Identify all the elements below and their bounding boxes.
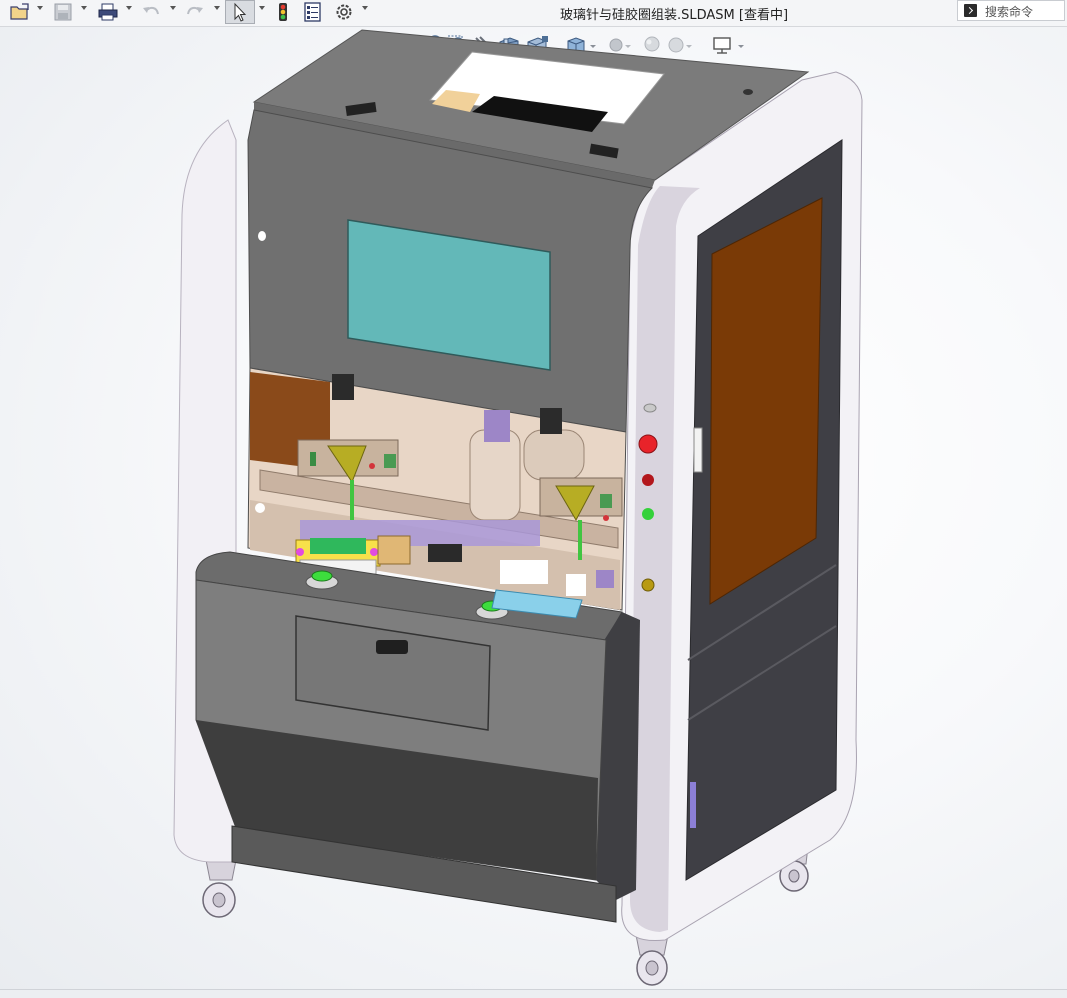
caster-front-right	[635, 934, 669, 986]
lamp-green	[642, 508, 654, 520]
hinge-mid-left	[332, 374, 354, 400]
options-dropdown-icon[interactable]	[362, 6, 368, 10]
cylinder-block-left	[469, 429, 521, 521]
drawer-handle	[376, 640, 408, 654]
open-icon[interactable]	[8, 2, 32, 22]
black-block	[428, 544, 462, 562]
purple-small-part	[596, 570, 614, 588]
white-block-2	[566, 574, 586, 596]
title-bar: 玻璃针与硅胶圈组装.SLDASM [查看中] 搜索命令	[0, 0, 1067, 27]
white-block	[500, 560, 548, 584]
panel-button-small	[258, 231, 266, 241]
door-handle	[693, 427, 703, 473]
window-title: 玻璃针与硅胶圈组装.SLDASM [查看中]	[560, 8, 789, 23]
caster-front-left	[202, 859, 237, 918]
search-command-box[interactable]: 搜索命令	[957, 0, 1065, 21]
print-icon[interactable]	[96, 2, 120, 22]
cylinder-block-right	[523, 429, 585, 481]
tray-holder	[377, 535, 411, 565]
save-dropdown-icon[interactable]	[81, 6, 87, 10]
hinge-mid-right	[540, 408, 562, 434]
side-door-window	[709, 197, 823, 605]
file-properties-icon[interactable]	[302, 2, 324, 22]
emergency-stop-red	[638, 434, 658, 454]
select-dropdown-icon[interactable]	[259, 6, 265, 10]
lamp-yellow	[641, 578, 655, 592]
command-prompt-icon	[964, 4, 977, 17]
undo-dropdown-icon[interactable]	[170, 6, 176, 10]
search-placeholder: 搜索命令	[985, 5, 1034, 19]
redo-dropdown-icon[interactable]	[214, 6, 220, 10]
undo-icon[interactable]	[140, 2, 162, 22]
machine-model[interactable]	[173, 29, 863, 986]
redo-icon[interactable]	[184, 2, 206, 22]
top-screw-hole	[743, 89, 753, 95]
traffic-light-icon[interactable]	[276, 2, 290, 22]
select-icon[interactable]	[225, 0, 255, 24]
graphics-area[interactable]	[0, 26, 1067, 988]
lamp-red	[642, 474, 654, 486]
inner-white-dot	[255, 503, 265, 513]
lamp-indicator-top	[643, 403, 657, 413]
side-label	[690, 782, 696, 828]
open-dropdown-icon[interactable]	[37, 6, 43, 10]
print-dropdown-icon[interactable]	[126, 6, 132, 10]
options-icon[interactable]	[333, 2, 355, 22]
save-icon[interactable]	[52, 2, 74, 22]
purple-bracket	[484, 410, 510, 442]
